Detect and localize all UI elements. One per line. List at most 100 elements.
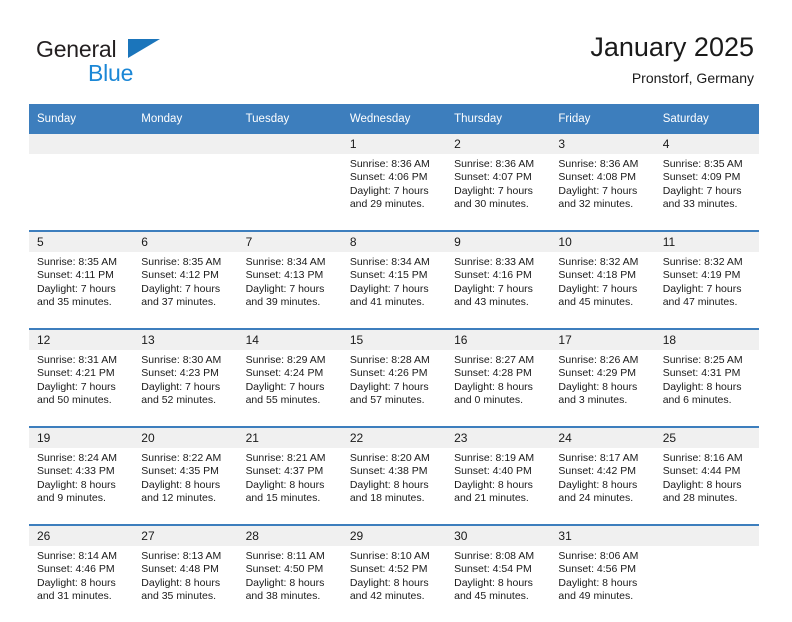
day-detail-line: Sunrise: 8:32 AM [662,256,743,268]
day-cell[interactable]: Sunrise: 8:29 AM Sunset: 4:24 PM Daylight:… [237,350,342,427]
day-cell[interactable]: Sunrise: 8:31 AM Sunset: 4:21 PM Daylight:… [29,350,134,427]
day-number[interactable]: 19 [29,426,134,448]
day-number[interactable]: 8 [341,230,447,252]
day-number[interactable]: 23 [446,426,551,448]
day-number[interactable]: 7 [237,230,342,252]
day-detail-line: and 45 minutes. [454,590,529,603]
day-cell[interactable]: Sunrise: 8:22 AM Sunset: 4:35 PM Daylight:… [133,448,238,525]
day-detail-line: and 41 minutes. [349,296,425,309]
day-detail-line: Sunrise: 8:36 AM [454,158,535,170]
day-number[interactable]: 27 [133,524,238,546]
day-cell[interactable]: Sunrise: 8:17 AM Sunset: 4:42 PM Daylight:… [550,448,655,525]
day-number[interactable]: 29 [341,524,447,546]
page-header: General Blue January 2025 Pronstorf, Ger… [0,0,792,104]
day-detail-line: Daylight: 8 hours [141,478,221,491]
title-block: January 2025 Pronstorf, Germany [590,30,754,88]
day-detail-line: Sunrise: 8:33 AM [454,256,535,268]
day-detail-line: Sunset: 4:31 PM [662,367,741,380]
day-detail-line: and 42 minutes. [349,590,425,603]
day-number[interactable]: 24 [550,426,655,448]
day-cell[interactable]: Sunrise: 8:06 AM Sunset: 4:56 PM Daylight:… [550,546,655,622]
day-cell[interactable]: Sunrise: 8:36 AM Sunset: 4:08 PM Daylight:… [550,154,655,231]
day-detail-line: Sunrise: 8:06 AM [558,550,639,562]
weekday-header-saturday: Saturday [654,104,759,134]
day-number[interactable]: 9 [446,230,551,252]
day-cell[interactable]: Sunrise: 8:19 AM Sunset: 4:40 PM Daylight:… [446,448,551,525]
day-detail-line: Sunset: 4:08 PM [558,171,637,184]
day-detail-line: Sunrise: 8:34 AM [349,256,430,268]
day-number[interactable]: 22 [341,426,447,448]
day-number[interactable]: 28 [237,524,342,546]
day-detail-line: and 50 minutes. [37,394,112,407]
day-number[interactable]: 11 [654,230,759,252]
day-number[interactable]: 25 [654,426,759,448]
day-number[interactable]: 2 [446,134,551,154]
day-cell[interactable]: Sunrise: 8:32 AM Sunset: 4:19 PM Daylight:… [654,252,759,329]
day-cell[interactable]: Sunrise: 8:36 AM Sunset: 4:06 PM Daylight:… [341,154,447,231]
day-number[interactable]: 15 [341,328,447,350]
day-cell[interactable]: Sunrise: 8:35 AM Sunset: 4:12 PM Daylight:… [133,252,238,329]
day-number[interactable]: 5 [29,230,134,252]
day-cell[interactable]: Sunrise: 8:11 AM Sunset: 4:50 PM Daylight:… [237,546,342,622]
day-cell[interactable]: Sunrise: 8:30 AM Sunset: 4:23 PM Daylight:… [133,350,238,427]
day-cell[interactable]: Sunrise: 8:28 AM Sunset: 4:26 PM Daylight:… [341,350,447,427]
weekday-header-tuesday: Tuesday [237,104,342,134]
day-detail-line: and 24 minutes. [558,492,634,505]
day-number[interactable]: 1 [341,134,447,154]
day-cell[interactable]: Sunrise: 8:14 AM Sunset: 4:46 PM Daylight:… [29,546,134,622]
day-detail-line: and 30 minutes. [454,198,529,211]
week-dates-row: 26 27 28 29 30 31 [29,524,759,546]
day-cell[interactable]: Sunrise: 8:36 AM Sunset: 4:07 PM Daylight:… [446,154,551,231]
day-detail-line: Sunset: 4:28 PM [454,367,532,380]
day-number[interactable]: 26 [29,524,134,546]
day-cell[interactable]: Sunrise: 8:26 AM Sunset: 4:29 PM Daylight:… [550,350,655,427]
day-number[interactable]: 3 [550,134,655,154]
day-detail-line: Sunrise: 8:35 AM [37,256,117,268]
day-number[interactable]: 13 [133,328,238,350]
day-cell[interactable]: Sunrise: 8:25 AM Sunset: 4:31 PM Daylight:… [654,350,759,427]
day-number[interactable]: 20 [133,426,238,448]
day-detail-line: Sunset: 4:33 PM [37,465,115,478]
day-number[interactable]: 16 [446,328,551,350]
day-cell[interactable]: Sunrise: 8:20 AM Sunset: 4:38 PM Daylight:… [341,448,447,525]
day-number[interactable]: 18 [654,328,759,350]
day-number[interactable]: 31 [550,524,655,546]
day-detail-line: Sunset: 4:38 PM [349,465,428,478]
day-detail-line: Sunrise: 8:25 AM [662,354,743,366]
day-detail-line: and 55 minutes. [245,394,321,407]
day-cell[interactable]: Sunrise: 8:08 AM Sunset: 4:54 PM Daylight:… [446,546,551,622]
day-number[interactable]: 30 [446,524,551,546]
day-number[interactable]: 4 [654,134,759,154]
day-cell[interactable]: Sunrise: 8:32 AM Sunset: 4:18 PM Daylight:… [550,252,655,329]
day-detail-line: and 9 minutes. [37,492,106,505]
day-cell[interactable]: Sunrise: 8:35 AM Sunset: 4:09 PM Daylight:… [654,154,759,231]
day-detail-line: Sunrise: 8:22 AM [141,452,222,464]
day-cell[interactable]: Sunrise: 8:10 AM Sunset: 4:52 PM Daylight:… [341,546,447,622]
day-cell[interactable]: Sunrise: 8:33 AM Sunset: 4:16 PM Daylight:… [446,252,551,329]
calendar-body: 1 2 3 4 Sunrise: 8:36 AM Sunset: 4:06 PM Dayli… [29,134,759,622]
day-cell[interactable]: Sunrise: 8:35 AM Sunset: 4:11 PM Daylight:… [29,252,134,329]
logo-text-general: General [36,36,117,62]
day-detail-line: Daylight: 7 hours [349,184,429,197]
day-number[interactable]: 17 [550,328,655,350]
day-number[interactable]: 10 [550,230,655,252]
day-number[interactable]: 6 [133,230,238,252]
day-cell[interactable]: Sunrise: 8:24 AM Sunset: 4:33 PM Daylight:… [29,448,134,525]
day-detail-line: Sunset: 4:54 PM [454,563,532,576]
day-detail-line: Sunrise: 8:14 AM [37,550,117,562]
day-cell[interactable]: Sunrise: 8:27 AM Sunset: 4:28 PM Daylight:… [446,350,551,427]
day-cell[interactable]: Sunrise: 8:16 AM Sunset: 4:44 PM Daylight:… [654,448,759,525]
day-detail-line: Sunset: 4:29 PM [558,367,637,380]
day-number[interactable]: 12 [29,328,134,350]
day-detail-line: Sunset: 4:06 PM [349,171,428,184]
page-title: January 2025 [590,32,754,62]
day-number[interactable]: 21 [237,426,342,448]
day-cell[interactable]: Sunrise: 8:21 AM Sunset: 4:37 PM Daylight:… [237,448,342,525]
day-number-empty [29,134,134,154]
day-cell[interactable]: Sunrise: 8:34 AM Sunset: 4:13 PM Daylight:… [237,252,342,329]
day-number[interactable]: 14 [237,328,342,350]
calendar-table: Sunday Monday Tuesday Wednesday Thursday Frid… [29,104,759,622]
day-cell[interactable]: Sunrise: 8:13 AM Sunset: 4:48 PM Daylight:… [133,546,238,622]
day-cell-empty [29,154,134,231]
day-cell[interactable]: Sunrise: 8:34 AM Sunset: 4:15 PM Daylight:… [341,252,447,329]
